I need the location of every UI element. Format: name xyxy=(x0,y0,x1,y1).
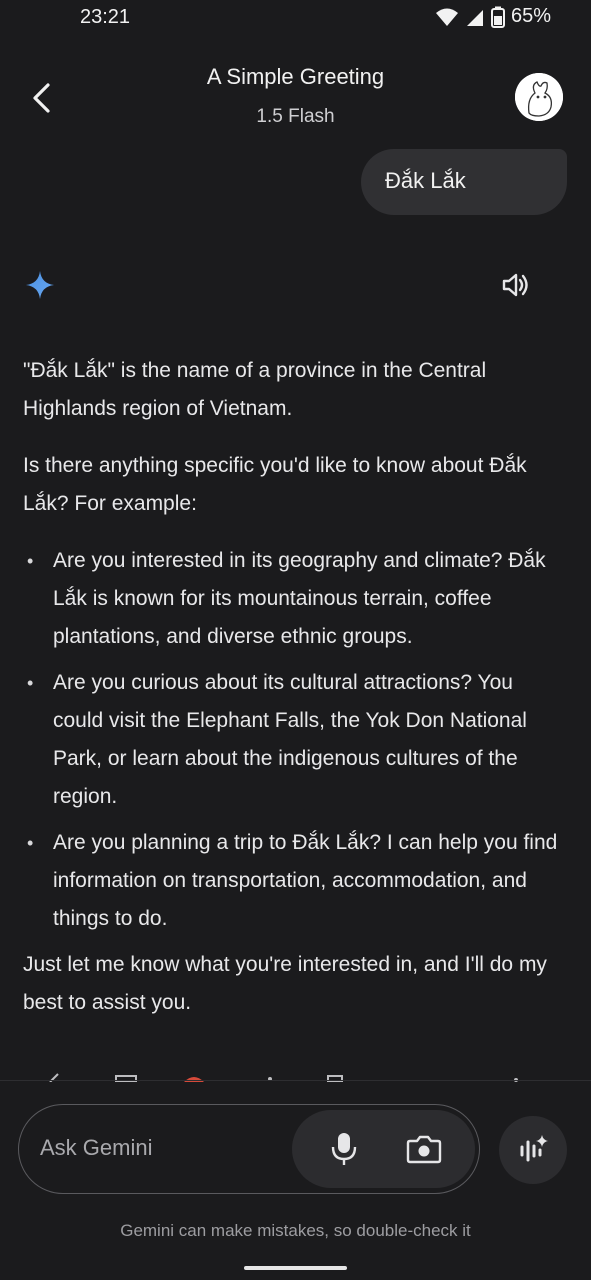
bullet-item: Are you curious about its cultural attra… xyxy=(23,664,563,816)
read-aloud-button[interactable] xyxy=(500,269,532,301)
response-paragraph: Just let me know what you're interested … xyxy=(23,953,547,1014)
disclaimer-text: Gemini can make mistakes, so double-chec… xyxy=(120,1221,471,1240)
live-icon xyxy=(520,1135,548,1162)
wifi-icon xyxy=(435,8,458,26)
response-bullet-list: Are you interested in its geography and … xyxy=(23,542,563,938)
status-icons: 65% xyxy=(435,5,551,28)
battery-percent: 65% xyxy=(510,5,551,27)
status-time: 23:21 xyxy=(80,6,131,28)
mic-button[interactable] xyxy=(327,1130,361,1168)
conversation-title[interactable]: A Simple Greeting xyxy=(0,64,591,90)
camera-icon xyxy=(406,1135,442,1164)
avatar-image xyxy=(515,73,563,121)
user-message-bubble[interactable]: Đắk Lắk xyxy=(361,149,567,215)
assistant-response: "Đắk Lắk" is the name of a province in t… xyxy=(23,352,563,1041)
bullet-item: Are you planning a trip to Đắk Lắk? I ca… xyxy=(23,824,563,938)
home-indicator[interactable] xyxy=(244,1266,347,1270)
avatar[interactable] xyxy=(515,73,563,121)
battery-icon xyxy=(490,6,505,28)
signal-icon xyxy=(466,9,483,26)
response-paragraph: Is there anything specific you'd like to… xyxy=(23,454,527,515)
speaker-icon xyxy=(502,273,528,297)
response-paragraph: "Đắk Lắk" is the name of a province in t… xyxy=(23,359,487,420)
mic-icon xyxy=(331,1133,357,1165)
divider xyxy=(0,1080,591,1081)
camera-button[interactable] xyxy=(405,1133,443,1165)
model-label[interactable]: 1.5 Flash xyxy=(0,106,591,128)
bullet-item: Are you interested in its geography and … xyxy=(23,542,563,656)
ask-input[interactable]: Ask Gemini xyxy=(40,1135,152,1161)
live-button[interactable] xyxy=(499,1116,567,1184)
gemini-sparkle-icon xyxy=(26,271,54,299)
mic-camera-group xyxy=(292,1110,475,1188)
